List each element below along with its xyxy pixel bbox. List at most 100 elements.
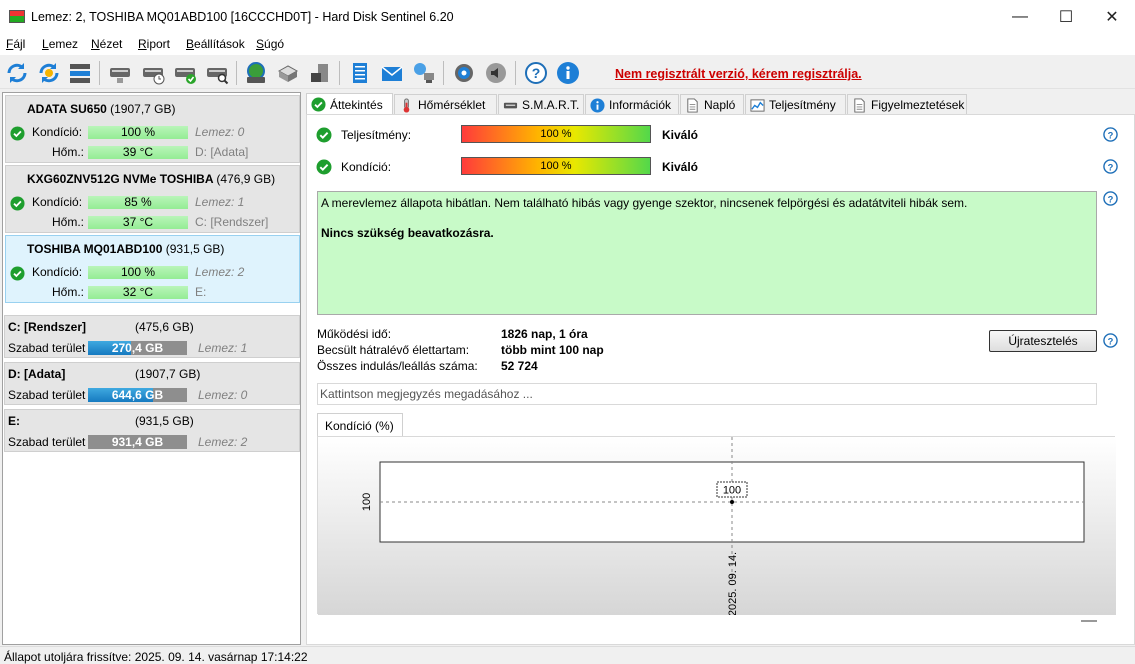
help-icon[interactable]: ? (1103, 191, 1118, 206)
drive-letter: C: [Rendszer] (195, 215, 269, 229)
condition-label: Kondíció: (32, 265, 83, 279)
disk-ok-icon[interactable] (172, 60, 198, 86)
uptime-value: 1826 nap, 1 óra (501, 327, 588, 341)
performance-bar: 100 % (461, 125, 651, 143)
tab-label: Hőmérséklet (418, 98, 486, 112)
backup-icon[interactable] (307, 60, 333, 86)
temperature-bar: 32 °C (88, 286, 188, 299)
sound-icon[interactable] (483, 60, 509, 86)
tab-label: Teljesítmény (769, 98, 836, 112)
temperature-label: Hőm.: (52, 285, 85, 299)
volume-size: (931,5 GB) (135, 414, 194, 428)
menu-fajl[interactable]: Fájl (6, 37, 25, 51)
info-icon[interactable] (555, 60, 581, 86)
help-icon[interactable]: ? (1103, 333, 1118, 348)
minimize-button[interactable]: — (997, 0, 1043, 34)
tab-naplo[interactable]: Napló (680, 94, 744, 115)
volume-disk: Lemez: 2 (198, 435, 248, 449)
help-icon[interactable]: ? (1103, 159, 1118, 174)
network-disk-icon[interactable] (243, 60, 269, 86)
chart-resize-handle[interactable] (1081, 620, 1097, 622)
menu-beallitasok[interactable]: Beállítások (186, 37, 245, 51)
tab-label: Napló (704, 98, 736, 112)
email-icon[interactable] (379, 60, 405, 86)
overview-panel: Teljesítmény: 100 % Kiváló ? Kondíció: 1… (306, 114, 1135, 645)
volume-name: C: [Rendszer] (8, 320, 87, 334)
menu-riport[interactable]: Riport (138, 37, 170, 51)
condition-rating: Kiváló (662, 160, 699, 174)
condition-label: Kondíció: (32, 195, 83, 209)
toolbar: ? Nem regisztrált verzió, kérem regisztr… (0, 55, 1135, 89)
status-description: A merevlemez állapota hibátlan. Nem talá… (317, 191, 1097, 315)
document-icon (687, 97, 698, 113)
disk-item-kxg60[interactable]: KXG60ZNV512G NVMe TOSHIBA (476,9 GB) Kon… (5, 165, 300, 233)
disk-item-adata[interactable]: ADATA SU650 (1907,7 GB) Kondíció: 100 % … (5, 95, 300, 163)
refresh-all-icon[interactable] (36, 60, 62, 86)
volume-name: D: [Adata] (8, 367, 66, 381)
maximize-button[interactable]: ☐ (1043, 0, 1089, 34)
volume-size: (1907,7 GB) (135, 367, 201, 381)
disk-search-icon[interactable] (204, 60, 230, 86)
svg-text:?: ? (1108, 162, 1114, 172)
toolbar-separator (515, 61, 516, 85)
help-icon[interactable]: ? (1103, 127, 1118, 142)
menu-sugo[interactable]: Súgó (256, 37, 284, 51)
toolbar-separator (339, 61, 340, 85)
tab-figyelmeztetesek[interactable]: Figyelmeztetések (847, 94, 967, 115)
free-space-bar: 270,4 GB (88, 341, 187, 355)
settings-icon[interactable] (451, 60, 477, 86)
condition-label: Kondíció: (341, 160, 392, 174)
tab-homerseklet[interactable]: Hőmérséklet (394, 94, 497, 115)
condition-label: Kondíció: (32, 125, 83, 139)
refresh-icon[interactable] (4, 60, 30, 86)
free-space-bar: 931,4 GB (88, 435, 187, 449)
condition-bar: 100 % (88, 266, 188, 279)
svg-text:?: ? (532, 65, 541, 81)
tab-smart[interactable]: S.M.A.R.T. (498, 94, 584, 115)
temperature-bar: 37 °C (88, 216, 188, 229)
volume-item-e[interactable]: E: (931,5 GB) Szabad terület 931,4 GB Le… (4, 409, 300, 452)
free-space-label: Szabad terület (8, 435, 86, 449)
disk-list-panel: ADATA SU650 (1907,7 GB) Kondíció: 100 % … (2, 92, 301, 645)
performance-rating: Kiváló (662, 128, 699, 142)
temperature-label: Hőm.: (52, 215, 85, 229)
condition-bar: 100 % (88, 126, 188, 139)
disk-test-icon[interactable] (107, 60, 133, 86)
tab-informaciok[interactable]: Információk (585, 94, 679, 115)
tab-attekintes[interactable]: Áttekintés (306, 93, 393, 115)
data-label: 100 (723, 485, 741, 497)
register-link[interactable]: Nem regisztrált verzió, kérem regisztrál… (615, 67, 862, 81)
check-icon (316, 127, 332, 143)
status-bar: Állapot utoljára frissítve: 2025. 09. 14… (0, 646, 1135, 664)
check-icon (10, 196, 25, 211)
tab-label: S.M.A.R.T. (522, 98, 580, 112)
network-icon[interactable] (411, 60, 437, 86)
menu-nezet[interactable]: Nézet (91, 37, 122, 51)
help-icon[interactable]: ? (523, 60, 549, 86)
toolbar-separator (443, 61, 444, 85)
starts-value: 52 724 (501, 359, 538, 373)
app-icon (9, 10, 25, 23)
disk-number: Lemez: 1 (195, 195, 245, 209)
note-input[interactable]: Kattintson megjegyzés megadásához ... (317, 383, 1097, 405)
retest-button[interactable]: Újratesztelés (989, 330, 1097, 352)
server-icon[interactable] (275, 60, 301, 86)
menu-lemez[interactable]: Lemez (42, 37, 78, 51)
volume-size: (475,6 GB) (135, 320, 194, 334)
disk-item-toshiba[interactable]: TOSHIBA MQ01ABD100 (931,5 GB) Kondíció: … (5, 235, 300, 303)
volume-item-c[interactable]: C: [Rendszer] (475,6 GB) Szabad terület … (4, 315, 300, 358)
tab-teljesitmeny[interactable]: Teljesítmény (745, 94, 846, 115)
check-icon (316, 159, 332, 175)
report-icon[interactable] (347, 60, 373, 86)
disk-schedule-icon[interactable] (140, 60, 166, 86)
disk-icon (503, 102, 518, 108)
condition-bar: 100 % (461, 157, 651, 175)
close-button[interactable]: ✕ (1089, 0, 1135, 34)
chart-tab-kondicio[interactable]: Kondíció (%) (317, 413, 403, 436)
volume-name: E: (8, 414, 20, 428)
disk-list-icon[interactable] (67, 60, 93, 86)
title-bar: Lemez: 2, TOSHIBA MQ01ABD100 [16CCCHD0T]… (0, 0, 1135, 34)
svg-text:?: ? (1108, 336, 1114, 346)
volume-item-d[interactable]: D: [Adata] (1907,7 GB) Szabad terület 64… (4, 362, 300, 405)
disk-name: TOSHIBA MQ01ABD100 (931,5 GB) (27, 242, 225, 256)
